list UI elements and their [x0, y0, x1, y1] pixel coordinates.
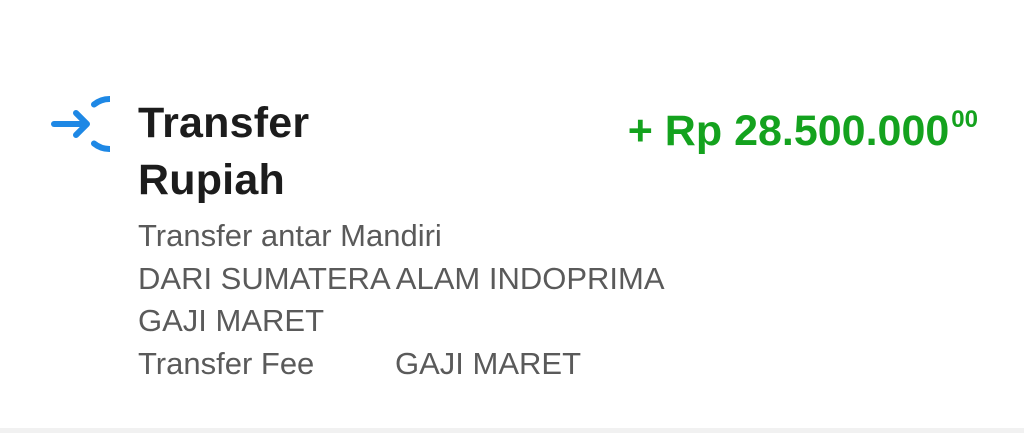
- amount-decimals: 00: [951, 106, 978, 133]
- transaction-amount: + Rp 28.500.00000: [628, 96, 978, 155]
- detail-line-fee: Transfer Fee GAJI MARET: [138, 343, 665, 386]
- amount-prefix: + Rp: [627, 107, 735, 155]
- amount-value: 28.500.000: [734, 107, 950, 155]
- transaction-title: Transfer Rupiah: [138, 99, 310, 204]
- transaction-details: Transfer antar Mandiri DARI SUMATERA ALA…: [138, 215, 665, 385]
- fee-label: Transfer Fee: [138, 345, 315, 381]
- row-divider: [0, 428, 1024, 433]
- fee-note: GAJI MARET: [395, 345, 582, 381]
- detail-line-remark: GAJI MARET: [138, 303, 325, 338]
- detail-line-transfer-type: Transfer antar Mandiri: [138, 218, 442, 253]
- detail-line-sender: DARI SUMATERA ALAM INDOPRIMA: [138, 260, 665, 296]
- transfer-in-icon: [50, 94, 138, 154]
- transaction-row[interactable]: Transfer Rupiah + Rp 28.500.00000 Transf…: [0, 0, 1024, 433]
